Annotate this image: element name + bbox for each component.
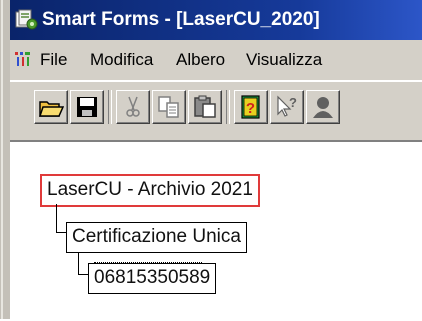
- menu-modifica[interactable]: Modifica: [90, 50, 153, 70]
- tree-node-archive[interactable]: LaserCU - Archivio 2021: [40, 174, 260, 207]
- menu-bar: File Modifica Albero Visualizza: [10, 40, 422, 81]
- window-title: Smart Forms - [LaserCU_2020]: [42, 9, 320, 30]
- open-folder-icon: [38, 101, 64, 117]
- svg-text:?: ?: [289, 95, 297, 110]
- toolbar: ? ?: [10, 81, 422, 141]
- user-icon: [313, 97, 333, 118]
- copy-button[interactable]: [152, 90, 186, 124]
- svg-text:?: ?: [246, 100, 255, 117]
- menu-visualizza[interactable]: Visualizza: [246, 50, 322, 70]
- copy-icon: [158, 96, 179, 118]
- tree-node-certificazione[interactable]: Certificazione Unica: [66, 222, 247, 253]
- context-help-button[interactable]: ?: [270, 90, 304, 124]
- tree-connector-line: [56, 232, 66, 233]
- toolbar-separator: [108, 90, 112, 124]
- open-button[interactable]: [34, 90, 68, 124]
- cut-scissors-icon: [126, 96, 140, 117]
- context-help-icon: ?: [277, 95, 297, 117]
- save-button[interactable]: [70, 90, 104, 124]
- help-button[interactable]: ?: [234, 90, 268, 124]
- paste-button[interactable]: [188, 90, 222, 124]
- paste-icon: [194, 95, 216, 118]
- help-book-icon: ?: [241, 95, 260, 119]
- save-disk-icon: [77, 97, 97, 117]
- tree-connector-line: [78, 252, 79, 274]
- tree-node-fiscal-code[interactable]: 06815350589: [88, 263, 217, 294]
- user-button[interactable]: [306, 90, 340, 124]
- smart-forms-app-icon: [15, 9, 38, 30]
- document-system-menu-icon[interactable]: [14, 50, 32, 68]
- tree-view[interactable]: LaserCU - Archivio 2021 Certificazione U…: [10, 140, 422, 321]
- leaf-separator-line: [94, 262, 202, 263]
- tree-connector-line: [56, 204, 57, 232]
- app-window: Smart Forms - [LaserCU_2020] File Modifi…: [0, 0, 422, 321]
- menu-albero[interactable]: Albero: [176, 50, 225, 70]
- tree-connector-line: [78, 274, 88, 275]
- title-bar[interactable]: Smart Forms - [LaserCU_2020]: [10, 0, 422, 40]
- cut-button[interactable]: [116, 90, 150, 124]
- menu-file[interactable]: File: [40, 50, 67, 70]
- toolbar-separator: [226, 90, 230, 124]
